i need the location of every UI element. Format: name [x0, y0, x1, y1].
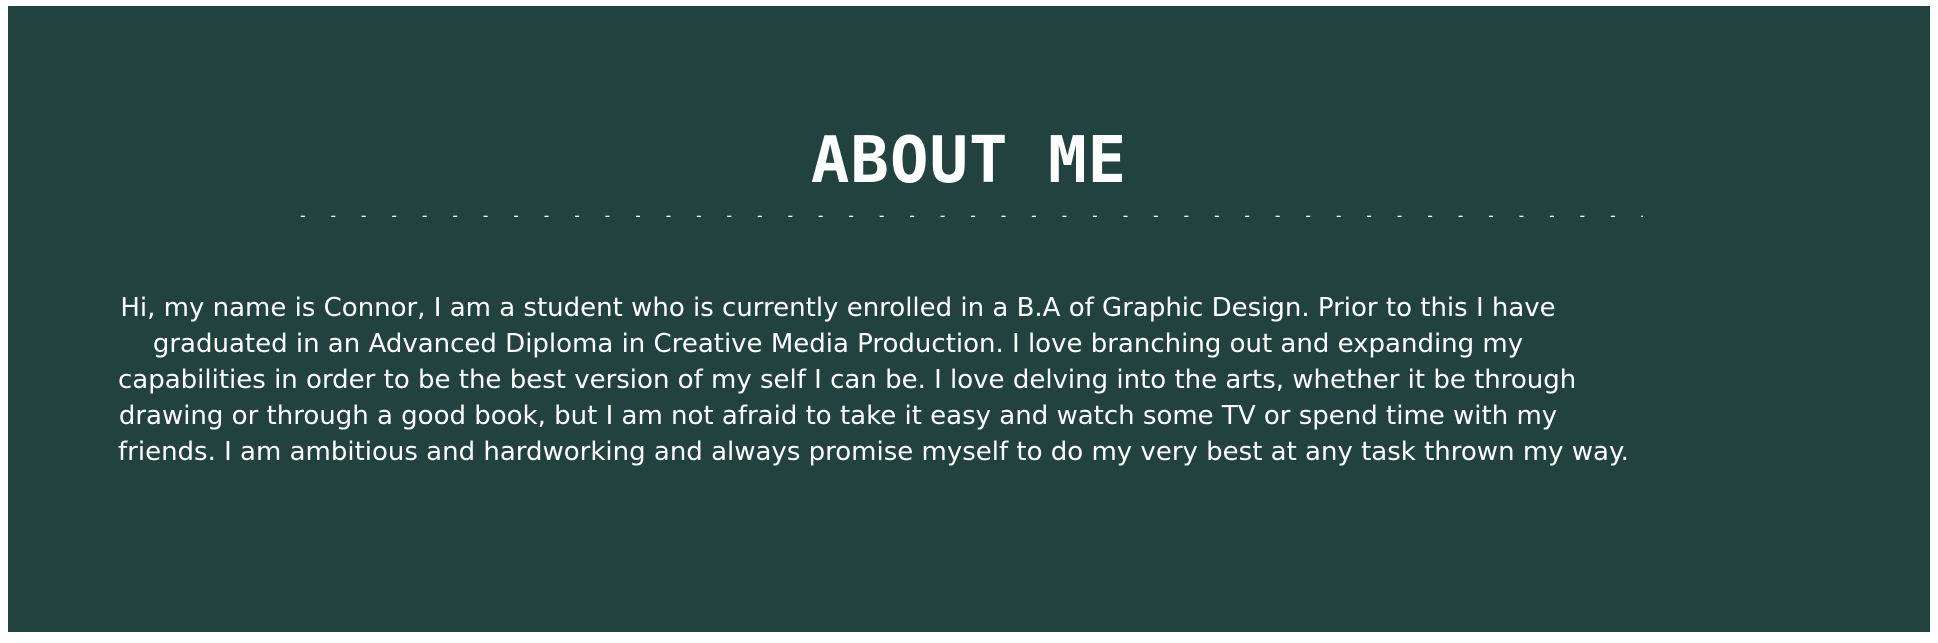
about-me-section: ABOUT ME - - - - - - - - - - - - - - - -…: [8, 6, 1930, 632]
section-title: ABOUT ME: [810, 124, 1128, 198]
bio-line: Hi, my name is Connor, I am a student wh…: [120, 293, 1556, 323]
bio-line: drawing or through a good book, but I am…: [118, 401, 1558, 431]
dashed-divider: - - - - - - - - - - - - - - - - - - - - …: [298, 211, 1643, 221]
bio-line: friends. I am ambitious and hardworking …: [118, 437, 1629, 467]
bio-line: graduated in an Advanced Diploma in Crea…: [152, 329, 1524, 359]
bio-paragraph: Hi, my name is Connor, I am a student wh…: [118, 290, 1629, 470]
bio-line: capabilities in order to be the best ver…: [118, 365, 1577, 395]
